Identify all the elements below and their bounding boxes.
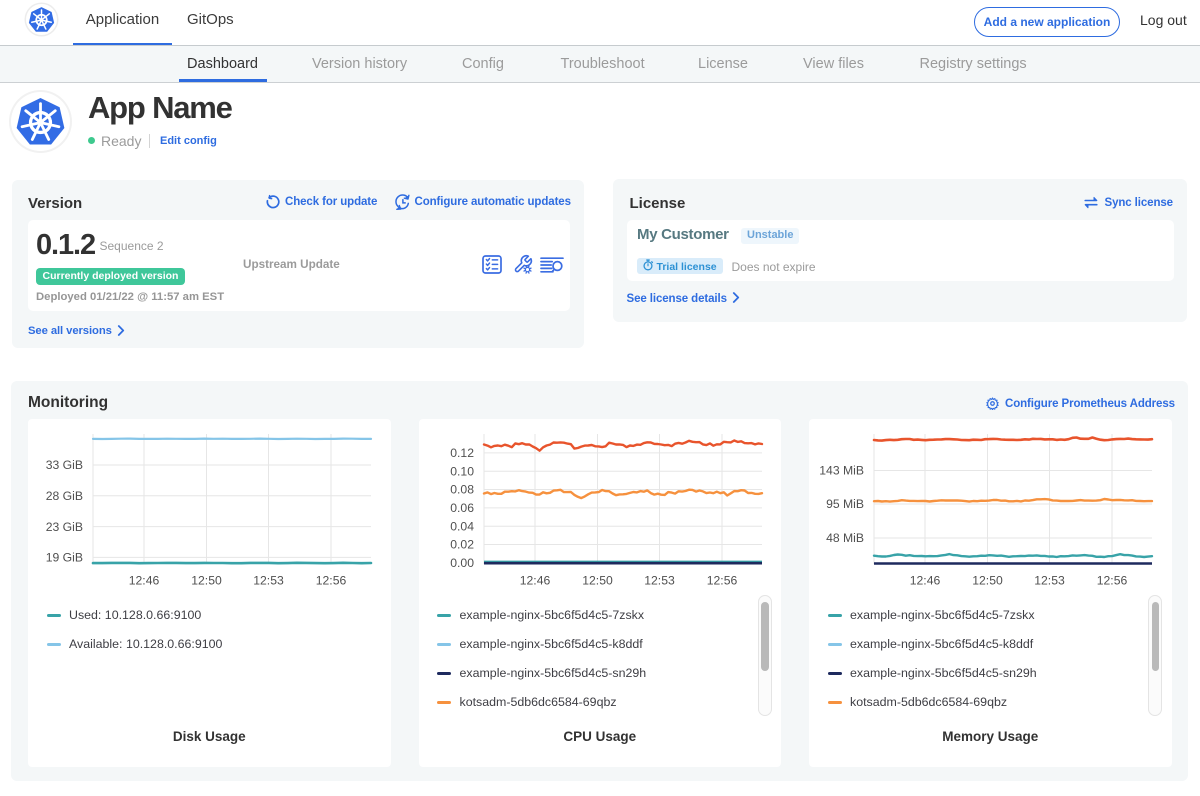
svg-text:0.04: 0.04 bbox=[450, 519, 474, 533]
svg-text:28 GiB: 28 GiB bbox=[46, 489, 83, 503]
svg-text:12:46: 12:46 bbox=[129, 573, 160, 587]
svg-text:95 MiB: 95 MiB bbox=[826, 497, 864, 511]
svg-text:0.06: 0.06 bbox=[450, 501, 474, 515]
svg-text:12:50: 12:50 bbox=[582, 573, 613, 587]
svg-text:0.02: 0.02 bbox=[450, 537, 474, 551]
svg-text:0.08: 0.08 bbox=[450, 482, 474, 496]
svg-text:12:50: 12:50 bbox=[972, 573, 1003, 587]
svg-text:19 GiB: 19 GiB bbox=[46, 550, 83, 564]
svg-text:12:46: 12:46 bbox=[519, 573, 550, 587]
svg-text:33 GiB: 33 GiB bbox=[46, 458, 83, 472]
svg-text:0.10: 0.10 bbox=[450, 464, 474, 478]
svg-text:143 MiB: 143 MiB bbox=[819, 463, 864, 477]
svg-text:12:50: 12:50 bbox=[191, 573, 222, 587]
svg-text:12:53: 12:53 bbox=[1034, 573, 1065, 587]
svg-text:12:56: 12:56 bbox=[706, 573, 737, 587]
svg-text:0.00: 0.00 bbox=[450, 556, 474, 570]
svg-text:12:56: 12:56 bbox=[316, 573, 347, 587]
svg-text:12:53: 12:53 bbox=[253, 573, 284, 587]
svg-text:23 GiB: 23 GiB bbox=[46, 519, 83, 533]
svg-text:12:56: 12:56 bbox=[1097, 573, 1128, 587]
svg-text:12:46: 12:46 bbox=[910, 573, 941, 587]
svg-text:0.12: 0.12 bbox=[450, 446, 474, 460]
svg-text:12:53: 12:53 bbox=[644, 573, 675, 587]
svg-text:48 MiB: 48 MiB bbox=[826, 531, 864, 545]
